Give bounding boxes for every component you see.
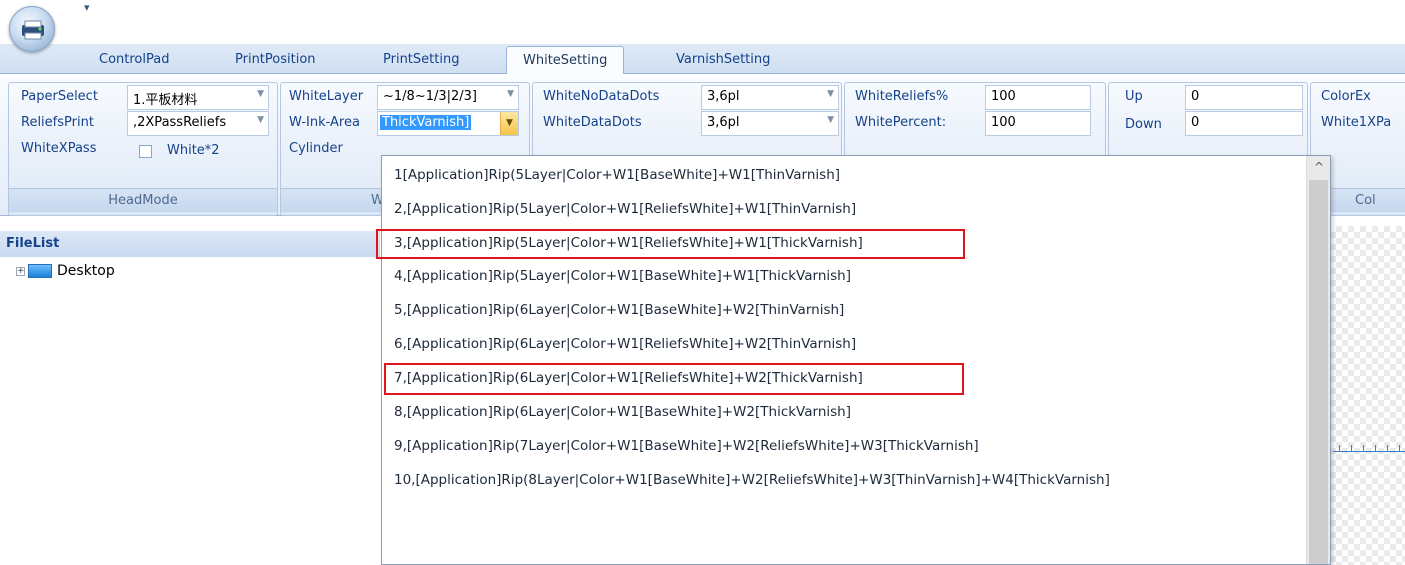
white1xpa-label: White1XPa	[1321, 115, 1392, 130]
preview-ruler	[1333, 442, 1405, 452]
option-6[interactable]: 6,[Application]Rip(6Layer|Color+W1[Relie…	[394, 336, 856, 358]
option-1[interactable]: 1[Application]Rip(5Layer|Color+W1[BaseWh…	[394, 167, 840, 189]
white-x2-label: White*2	[167, 143, 220, 158]
plus-icon[interactable]: +	[16, 266, 25, 276]
white-nodata-dots-dropdown[interactable]: 3,6pl ▼	[701, 85, 839, 110]
up-input[interactable]: 0	[1185, 85, 1303, 110]
tab-whitesetting[interactable]: WhiteSetting	[506, 46, 625, 75]
white-nodata-dots-label: WhiteNoDataDots	[543, 89, 660, 104]
scroll-up-icon[interactable]: ^	[1307, 160, 1331, 174]
highlight-box-option-7	[384, 363, 964, 395]
option-8[interactable]: 8,[Application]Rip(6Layer|Color+W1[BaseW…	[394, 404, 851, 426]
down-label: Down	[1125, 117, 1162, 132]
desktop-icon	[28, 264, 52, 278]
white-layer-value: ~1/8~1/3|2/3]	[383, 89, 478, 104]
chevron-down-icon: ▼	[827, 89, 834, 99]
white-reliefs-percent-input[interactable]: 100	[985, 85, 1091, 110]
option-4[interactable]: 4,[Application]Rip(5Layer|Color+W1[BaseW…	[394, 268, 851, 290]
white-x-pass-label: WhiteXPass	[21, 141, 97, 156]
paper-select-dropdown[interactable]: 1.平板材料 ▼	[127, 85, 269, 110]
app-window: ▾ ControlPad PrintPosition PrintSetting …	[0, 0, 1405, 565]
option-10[interactable]: 10,[Application]Rip(8Layer|Color+W1[Base…	[394, 472, 1110, 494]
tab-varnishsetting[interactable]: VarnishSetting	[676, 52, 770, 67]
tab-printsetting[interactable]: PrintSetting	[383, 52, 459, 67]
customize-toolbar-icon[interactable]: ▾	[84, 1, 90, 14]
option-9[interactable]: 9,[Application]Rip(7Layer|Color+W1[BaseW…	[394, 438, 979, 460]
paper-select-value: 1.平板材料	[133, 93, 198, 108]
option-5[interactable]: 5,[Application]Rip(6Layer|Color+W1[BaseW…	[394, 302, 844, 324]
reliefs-print-dropdown[interactable]: ,2XPassReliefs ▼	[127, 111, 269, 136]
tree-item-desktop[interactable]: + Desktop	[16, 263, 115, 279]
chevron-down-icon: ▼	[507, 89, 514, 99]
chevron-down-icon: ▼	[827, 115, 834, 125]
headmode-group: PaperSelect 1.平板材料 ▼ ReliefsPrint ,2XPas…	[8, 82, 278, 216]
chevron-down-icon: ▼	[257, 115, 264, 125]
option-2[interactable]: 2,[Application]Rip(5Layer|Color+W1[Relie…	[394, 201, 856, 223]
scroll-thumb[interactable]	[1309, 180, 1328, 564]
reliefs-print-value: ,2XPassReliefs	[133, 115, 227, 130]
cylinder-label: Cylinder	[289, 141, 343, 156]
ribbon-tabs: ControlPad PrintPosition PrintSetting Wh…	[0, 44, 1405, 75]
tree-item-label: Desktop	[57, 263, 115, 279]
white-percent-label: WhitePercent:	[855, 115, 947, 130]
reliefs-print-label: ReliefsPrint	[21, 115, 94, 130]
white-x2-checkbox[interactable]	[139, 145, 152, 158]
white-data-dots-label: WhiteDataDots	[543, 115, 642, 130]
white-layer-label: WhiteLayer	[289, 89, 364, 104]
white-percent-input[interactable]: 100	[985, 111, 1091, 136]
up-label: Up	[1125, 89, 1143, 104]
paper-select-label: PaperSelect	[21, 89, 98, 104]
chevron-down-icon: ▼	[257, 89, 264, 99]
white-layer-dropdown[interactable]: ~1/8~1/3|2/3] ▼	[377, 85, 519, 110]
colorex-label: ColorEx	[1321, 89, 1371, 104]
white-nodata-dots-value: 3,6pl	[707, 89, 740, 104]
headmode-group-label: HeadMode	[9, 188, 277, 212]
white-data-dots-value: 3,6pl	[707, 115, 740, 130]
chevron-down-icon[interactable]: ▼	[500, 112, 518, 135]
options-scrollbar[interactable]: ^	[1306, 156, 1330, 564]
filelist-header: FileList	[0, 231, 380, 257]
white-data-dots-dropdown[interactable]: 3,6pl ▼	[701, 111, 839, 136]
quick-access-toolbar: ▾	[0, 0, 1405, 52]
w-ink-area-options-list[interactable]: 1[Application]Rip(5Layer|Color+W1[BaseWh…	[381, 155, 1331, 565]
tab-controlpad[interactable]: ControlPad	[99, 52, 169, 67]
tab-printposition[interactable]: PrintPosition	[235, 52, 316, 67]
down-input[interactable]: 0	[1185, 111, 1303, 136]
highlight-box-option-3	[376, 229, 965, 259]
app-menu-button[interactable]	[9, 6, 55, 52]
white-reliefs-percent-label: WhiteReliefs%	[855, 89, 949, 104]
w-ink-area-label: W-Ink-Area	[289, 115, 360, 130]
preview-canvas[interactable]	[1330, 226, 1405, 565]
w-ink-area-value: ThickVarnish]	[380, 115, 472, 130]
w-ink-area-dropdown[interactable]: ThickVarnish] ▼	[377, 111, 519, 136]
